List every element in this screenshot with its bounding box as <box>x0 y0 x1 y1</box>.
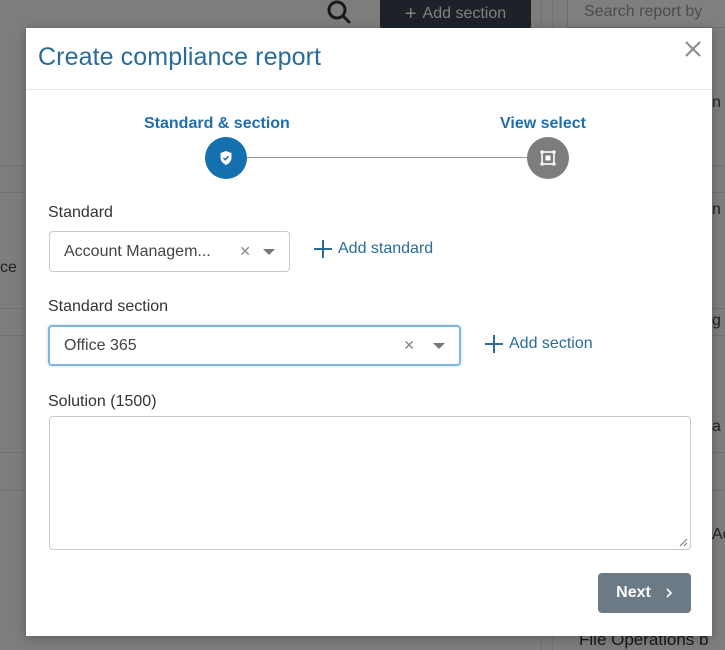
step-label-standard-section: Standard & section <box>144 115 290 132</box>
solution-label: Solution (1500) <box>48 393 157 410</box>
add-section-button[interactable]: Add section <box>485 335 593 353</box>
modal-title: Create compliance report <box>38 43 322 71</box>
step-standard-section[interactable] <box>205 137 247 179</box>
view-select-icon <box>540 150 556 166</box>
chevron-down-icon[interactable] <box>433 342 445 349</box>
plus-icon <box>314 240 332 258</box>
standard-select-value: Account Managem... <box>64 242 211 260</box>
next-button-label: Next <box>616 584 651 601</box>
create-report-modal: Create compliance report Standard & sect… <box>26 28 712 636</box>
stepper-connector <box>246 157 548 158</box>
chevron-right-icon <box>666 588 672 598</box>
standard-label: Standard <box>48 204 113 221</box>
close-icon[interactable] <box>682 38 704 60</box>
standard-section-select-value: Office 365 <box>64 336 137 354</box>
add-standard-label: Add standard <box>338 240 434 257</box>
solution-textarea[interactable] <box>49 416 691 550</box>
step-label-view-select: View select <box>500 115 586 132</box>
standard-section-label: Standard section <box>48 298 169 315</box>
clear-icon[interactable]: ✕ <box>403 337 415 354</box>
shield-icon <box>220 151 232 165</box>
add-standard-button[interactable]: Add standard <box>314 240 433 258</box>
add-section-label: Add section <box>509 335 593 352</box>
resize-handle-icon[interactable] <box>678 537 688 547</box>
step-view-select[interactable] <box>527 137 569 179</box>
standard-select[interactable]: Account Managem... ✕ <box>49 231 290 272</box>
modal-header: Create compliance report <box>26 28 712 90</box>
standard-section-select[interactable]: Office 365 ✕ <box>48 325 461 366</box>
chevron-down-icon[interactable] <box>263 248 275 255</box>
clear-icon[interactable]: ✕ <box>239 243 251 260</box>
plus-icon <box>485 335 503 353</box>
next-button[interactable]: Next <box>598 573 691 613</box>
